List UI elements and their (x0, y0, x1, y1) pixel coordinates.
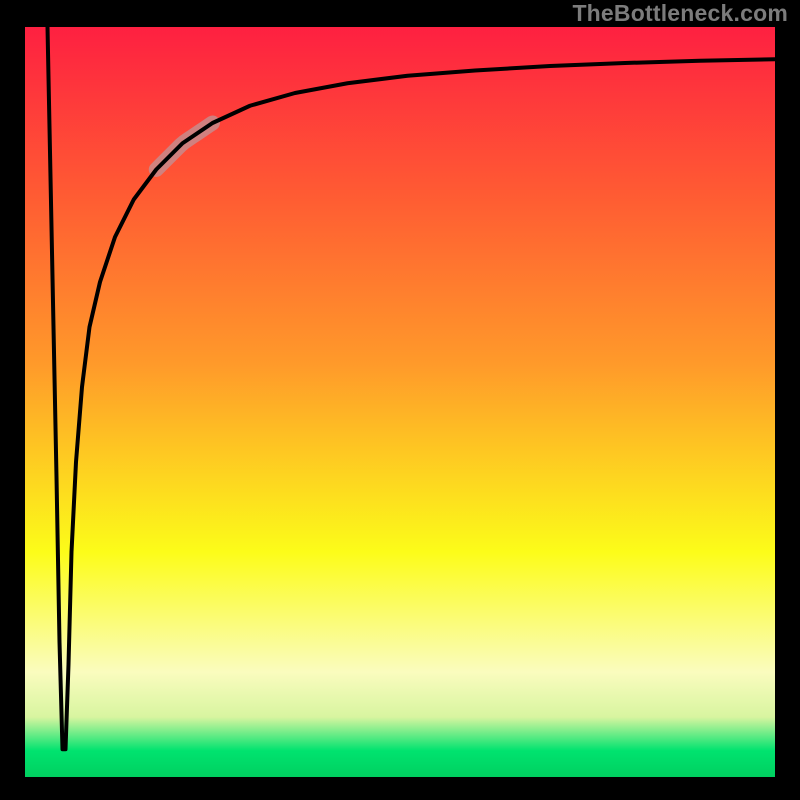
plot-svg (25, 27, 775, 777)
chart-stage: TheBottleneck.com (0, 0, 800, 800)
plot-area (25, 27, 775, 777)
attribution-label: TheBottleneck.com (572, 0, 788, 27)
gradient-background (25, 27, 775, 777)
